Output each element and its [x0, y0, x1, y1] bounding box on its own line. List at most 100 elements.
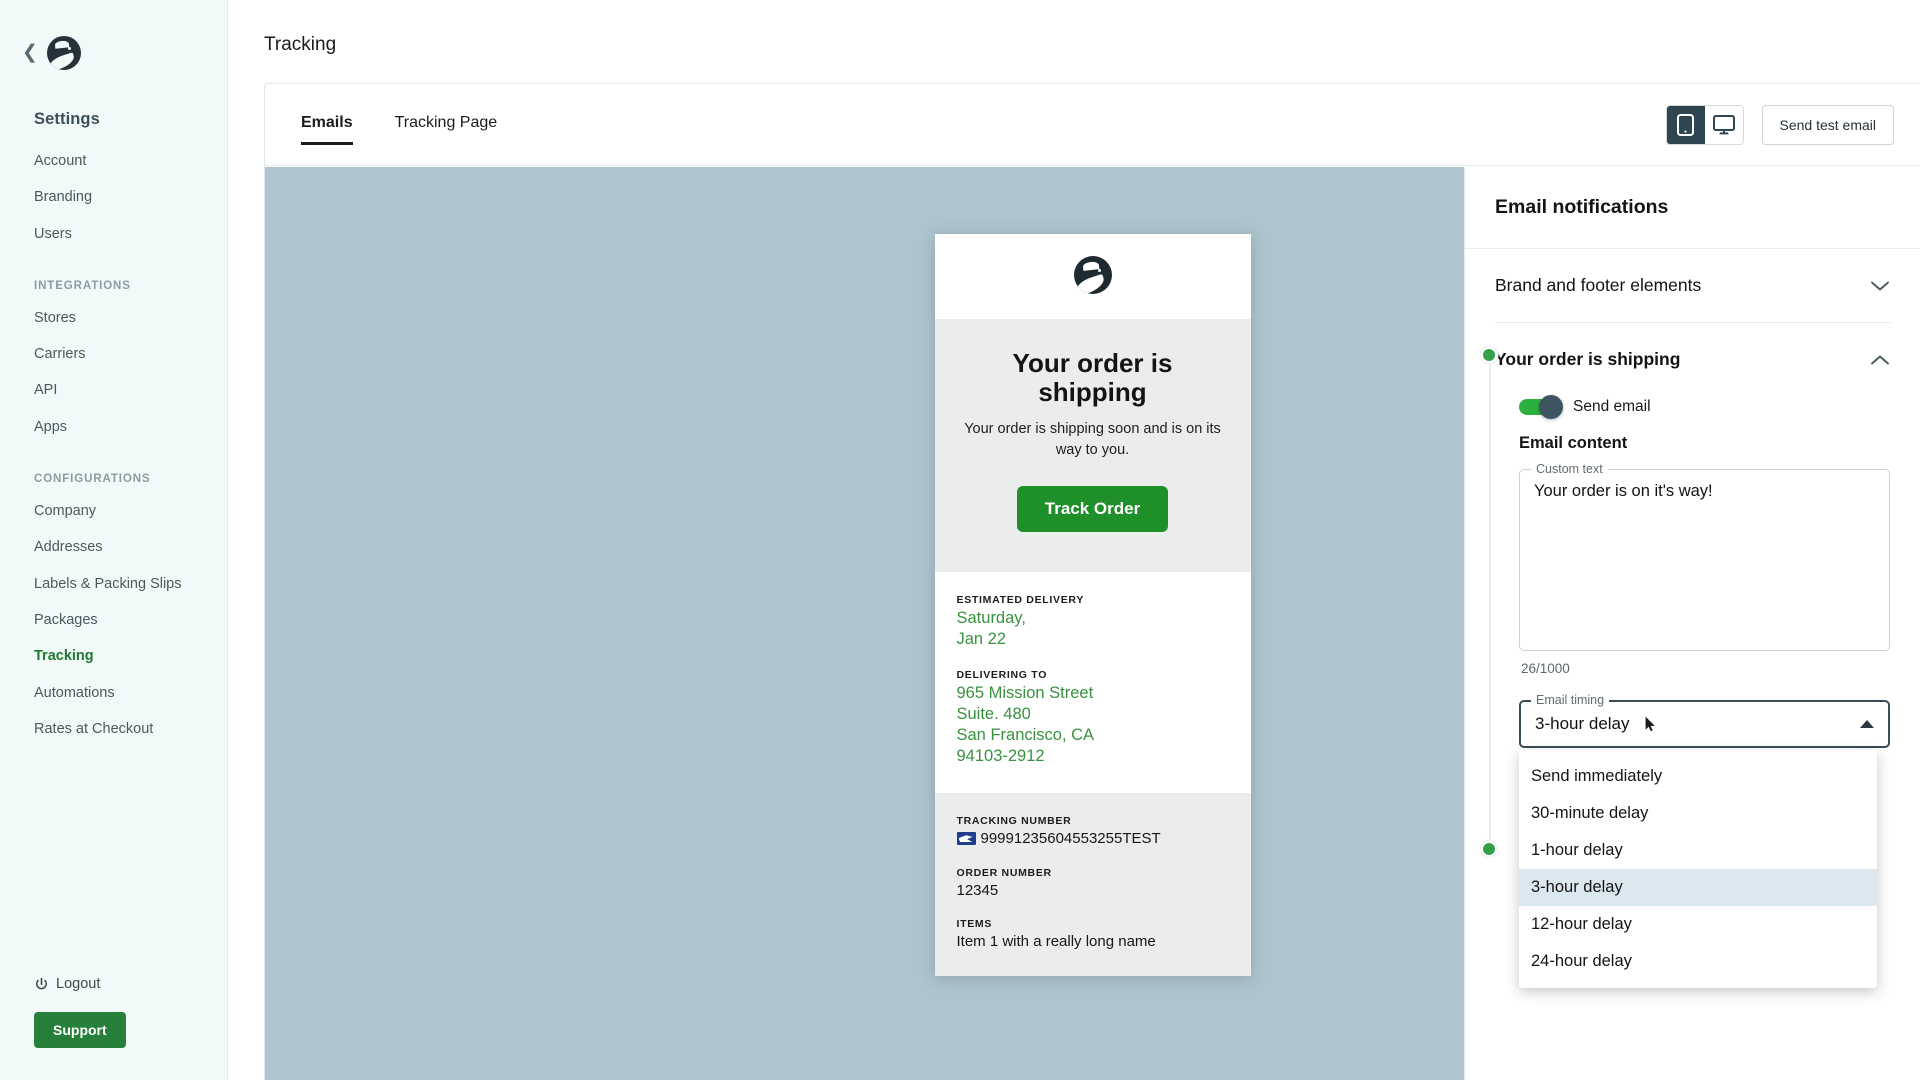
custom-text-legend: Custom text	[1531, 462, 1608, 476]
sidebar-item-branding[interactable]: Branding	[0, 179, 227, 215]
email-content-heading: Email content	[1519, 434, 1628, 452]
view-mobile-button[interactable]	[1666, 105, 1705, 144]
sidebar-title: Settings	[34, 110, 100, 128]
accordion-brand-and-footer[interactable]: Brand and footer elements	[1495, 249, 1890, 322]
sidebar-primary-group: Account Branding Users	[0, 129, 227, 252]
option-30-minute-delay[interactable]: 30-minute delay	[1519, 795, 1877, 832]
sidebar-item-labels-packing-slips[interactable]: Labels & Packing Slips	[0, 566, 227, 602]
sidebar-item-account[interactable]: Account	[0, 143, 227, 179]
mobile-phone-icon	[1677, 113, 1694, 136]
custom-text-value[interactable]: Your order is on it's way!	[1534, 482, 1875, 501]
option-12-hour-delay[interactable]: 12-hour delay	[1519, 906, 1877, 943]
email-subtext: Your order is shipping soon and is on it…	[964, 421, 1221, 458]
items-label: ITEMS	[956, 918, 993, 931]
email-preview-card: Your order is shipping Your order is shi…	[934, 234, 1251, 976]
sidebar-footer: Logout Support	[0, 976, 227, 1048]
view-desktop-button[interactable]	[1704, 105, 1743, 144]
order-number-label: ORDER NUMBER	[956, 866, 1052, 879]
sidebar-item-carriers[interactable]: Carriers	[0, 336, 227, 372]
sidebar-item-packages[interactable]: Packages	[0, 602, 227, 638]
panel-body: Brand and footer elements Your order is …	[1465, 249, 1920, 988]
sidebar-item-stores[interactable]: Stores	[0, 300, 227, 336]
send-email-toggle-row: Send email	[1519, 395, 1890, 419]
estimated-delivery-label: ESTIMATED DELIVERY	[956, 594, 1085, 607]
item-name: Item 1 with a really long name	[956, 933, 1156, 951]
custom-text-counter: 26/1000	[1521, 661, 1570, 676]
sidebar-group-label-integrations: INTEGRATIONS	[34, 279, 131, 292]
panel-title: Email notifications	[1495, 196, 1669, 218]
timeline-dot-top	[1481, 347, 1497, 363]
logout-button[interactable]: Logout	[0, 976, 227, 992]
email-timing-select[interactable]: Email timing 3-hour delay	[1519, 693, 1890, 748]
chevron-up-icon	[1871, 355, 1889, 364]
main-content: Tracking Emails Tracking Page Send test …	[228, 0, 1920, 1080]
sidebar: ❮ Settings Account Branding Users INTEGR…	[0, 0, 228, 1080]
page-title: Tracking	[264, 34, 337, 55]
mouse-cursor-icon	[1645, 716, 1655, 732]
email-delivery-block: ESTIMATED DELIVERY Saturday, Jan 22 DELI…	[934, 572, 1251, 794]
chevron-left-icon[interactable]: ❮	[22, 43, 38, 62]
accordion-shipping-label: Your order is shipping	[1495, 349, 1681, 369]
custom-text-field: Custom text Your order is on it's way!	[1519, 462, 1890, 651]
sidebar-item-apps[interactable]: Apps	[0, 409, 227, 445]
send-email-label: Send email	[1573, 398, 1651, 415]
sidebar-item-users[interactable]: Users	[0, 216, 227, 252]
tab-tracking-page[interactable]: Tracking Page	[395, 114, 498, 136]
power-icon	[36, 977, 47, 989]
email-timing-options: Send immediately 30-minute delay 1-hour …	[1519, 750, 1877, 988]
accordion-brand-label: Brand and footer elements	[1495, 275, 1702, 295]
sidebar-item-company[interactable]: Company	[0, 493, 227, 529]
estimated-delivery-date: Jan 22	[956, 630, 1007, 649]
track-order-button[interactable]: Track Order	[1016, 486, 1169, 533]
view-mode-toggle	[1665, 104, 1744, 145]
sidebar-item-addresses[interactable]: Addresses	[0, 529, 227, 565]
tracking-number-value: 99991235604553255TEST	[980, 830, 1161, 848]
sidebar-header: ❮	[0, 0, 227, 70]
sidebar-item-automations[interactable]: Automations	[0, 675, 227, 711]
email-order-block: TRACKING NUMBER 99991235604553255TEST OR…	[934, 793, 1251, 976]
email-logo-band	[934, 234, 1251, 319]
sidebar-group-label-configurations: CONFIGURATIONS	[34, 473, 151, 486]
sidebar-item-api[interactable]: API	[0, 372, 227, 408]
toolbar-actions: Send test email	[1665, 104, 1894, 145]
option-3-hour-delay[interactable]: 3-hour delay	[1519, 869, 1877, 906]
send-test-email-button[interactable]: Send test email	[1761, 104, 1894, 145]
email-hero: Your order is shipping Your order is shi…	[934, 319, 1251, 573]
send-email-toggle[interactable]	[1519, 395, 1563, 419]
brand-logo-icon	[1073, 256, 1112, 294]
timeline-line	[1489, 355, 1491, 855]
option-send-immediately[interactable]: Send immediately	[1519, 758, 1877, 795]
content-card: Emails Tracking Page Send test email You…	[264, 83, 1920, 1080]
option-24-hour-delay[interactable]: 24-hour delay	[1519, 943, 1877, 980]
desktop-monitor-icon	[1712, 114, 1735, 134]
toolbar: Emails Tracking Page Send test email	[265, 84, 1920, 166]
app-root: ❮ Settings Account Branding Users INTEGR…	[0, 0, 1920, 1080]
email-timing-legend: Email timing	[1531, 693, 1610, 707]
support-button[interactable]: Support	[34, 1012, 126, 1048]
custom-text-fieldset[interactable]: Custom text Your order is on it's way!	[1519, 462, 1890, 651]
caret-up-icon	[1860, 720, 1874, 728]
tracking-number-row: 99991235604553255TEST	[956, 829, 1229, 849]
email-heading: Your order is shipping	[1012, 348, 1173, 408]
tracking-number-label: TRACKING NUMBER	[956, 815, 1072, 828]
email-timing-select-wrap: Email timing 3-hour delay Send immediate…	[1519, 693, 1890, 988]
tab-emails[interactable]: Emails	[301, 114, 353, 145]
address-line-2: Suite. 480	[956, 704, 1031, 723]
timeline-dot-bottom	[1481, 841, 1497, 857]
panel-header: Email notifications	[1465, 167, 1920, 249]
notification-timeline	[1481, 347, 1499, 857]
email-notifications-panel: Email notifications Brand and footer ele…	[1464, 167, 1920, 1080]
address-line-1: 965 Mission Street	[956, 683, 1094, 702]
brand-logo-icon[interactable]	[46, 36, 81, 70]
accordion-your-order-is-shipping[interactable]: Your order is shipping	[1495, 323, 1890, 396]
delivering-to-label: DELIVERING TO	[956, 668, 1048, 681]
usps-eagle-icon	[956, 832, 976, 846]
logout-label: Logout	[56, 976, 101, 992]
order-number-value: 12345	[956, 881, 999, 899]
email-timing-value: 3-hour delay	[1535, 714, 1630, 733]
sidebar-item-tracking[interactable]: Tracking	[0, 638, 227, 674]
address-line-3: San Francisco, CA	[956, 725, 1095, 744]
option-1-hour-delay[interactable]: 1-hour delay	[1519, 832, 1877, 869]
address-line-4: 94103-2912	[956, 746, 1045, 765]
sidebar-item-rates-at-checkout[interactable]: Rates at Checkout	[0, 711, 227, 747]
